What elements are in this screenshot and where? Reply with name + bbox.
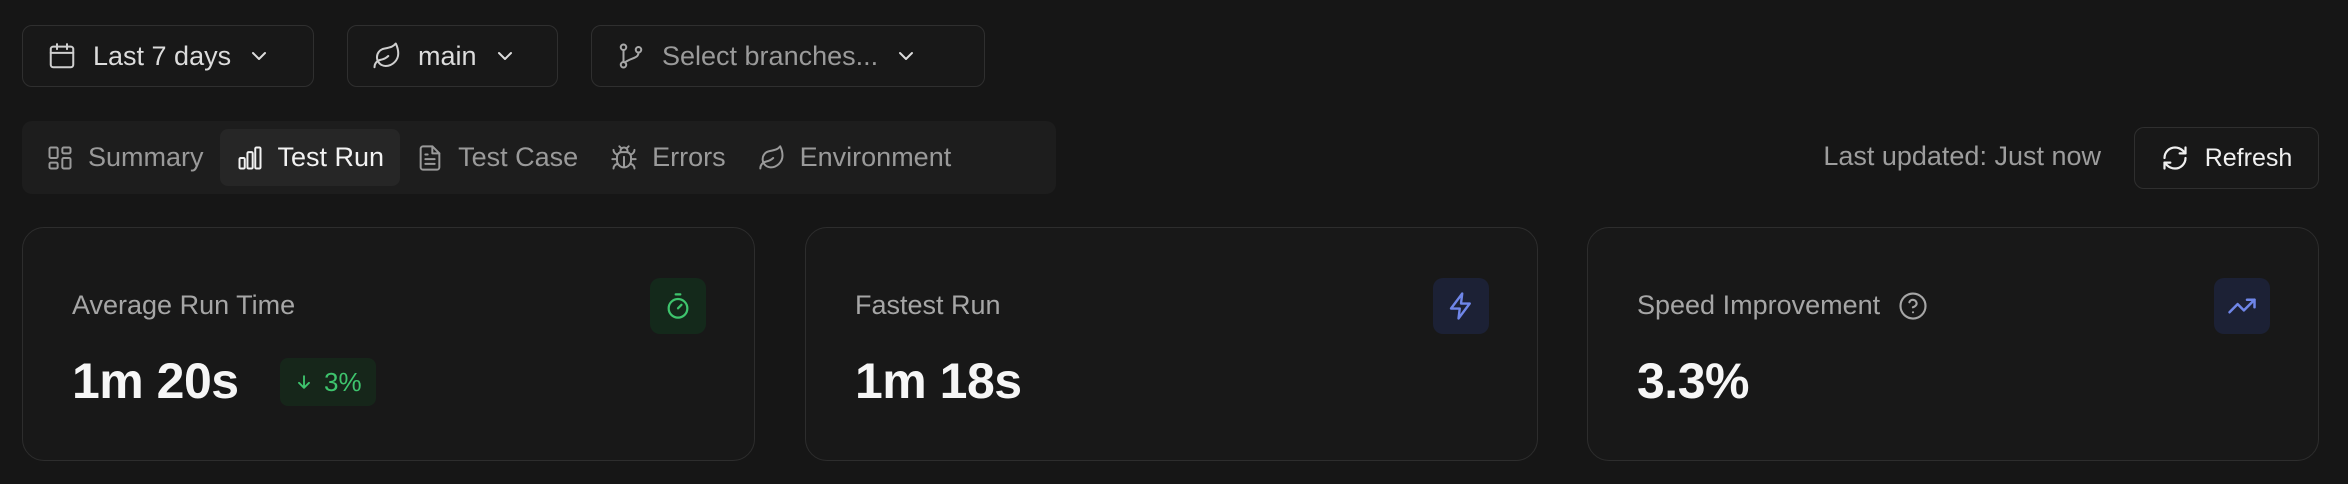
delta-value: 3%	[324, 366, 362, 397]
delta-badge: 3%	[280, 358, 376, 406]
card-icon-box	[650, 278, 706, 334]
date-range-label: Last 7 days	[93, 40, 232, 71]
tab-label: Test Run	[277, 142, 385, 172]
card-icon-box	[1433, 278, 1489, 334]
last-updated-text: Last updated: Just now	[1823, 141, 2101, 171]
tab-errors[interactable]: Errors	[594, 129, 742, 186]
card-value: 3.3%	[1637, 353, 1749, 409]
fastest-run-card: Fastest Run 1m 18s	[805, 227, 1538, 461]
date-range-filter[interactable]: Last 7 days	[22, 25, 314, 87]
arrow-down-icon	[298, 375, 310, 389]
tab-label: Summary	[88, 142, 204, 172]
refresh-button[interactable]: Refresh	[2134, 127, 2319, 189]
leaf-icon	[373, 42, 400, 69]
branches-placeholder: Select branches...	[662, 40, 879, 71]
git-branch-icon	[619, 43, 643, 69]
chevron-down-icon	[497, 52, 512, 60]
file-icon	[419, 144, 441, 171]
layout-icon	[48, 146, 72, 169]
bar-chart-icon	[238, 146, 262, 169]
branches-select[interactable]: Select branches...	[591, 25, 985, 87]
speed-improvement-card: Speed Improvement 3.3%	[1587, 227, 2319, 461]
tab-test-run[interactable]: Test Run	[219, 129, 401, 186]
trending-up-icon	[2228, 298, 2256, 314]
chevron-down-icon	[252, 52, 267, 60]
average-run-time-card: Average Run Time 1m 20s 3%	[22, 227, 755, 461]
tab-test-case[interactable]: Test Case	[400, 129, 594, 186]
bug-icon	[611, 144, 637, 169]
calendar-icon	[49, 43, 75, 69]
tab-environment[interactable]: Environment	[742, 129, 968, 186]
branch-filter[interactable]: main	[347, 25, 558, 87]
branch-label: main	[418, 40, 477, 71]
refresh-label: Refresh	[2204, 143, 2293, 172]
chevron-down-icon	[899, 52, 914, 60]
card-value: 1m 18s	[855, 353, 1022, 409]
card-title: Speed Improvement	[1637, 290, 1928, 321]
zap-icon	[1449, 292, 1471, 320]
tab-label: Environment	[799, 142, 952, 172]
view-tabs: Summary Test Run Test Case Errors Enviro…	[22, 121, 1056, 194]
tab-label: Test Case	[458, 142, 579, 172]
refresh-icon	[2163, 146, 2187, 170]
card-title: Fastest Run	[855, 290, 1001, 320]
tab-label: Errors	[652, 142, 726, 172]
help-circle-icon[interactable]	[1898, 291, 1928, 321]
timer-icon	[667, 293, 689, 319]
card-title: Average Run Time	[72, 290, 296, 320]
card-icon-box	[2214, 278, 2270, 334]
leaf-icon	[758, 144, 784, 169]
tab-summary[interactable]: Summary	[30, 129, 220, 186]
card-value: 1m 20s	[72, 353, 239, 409]
